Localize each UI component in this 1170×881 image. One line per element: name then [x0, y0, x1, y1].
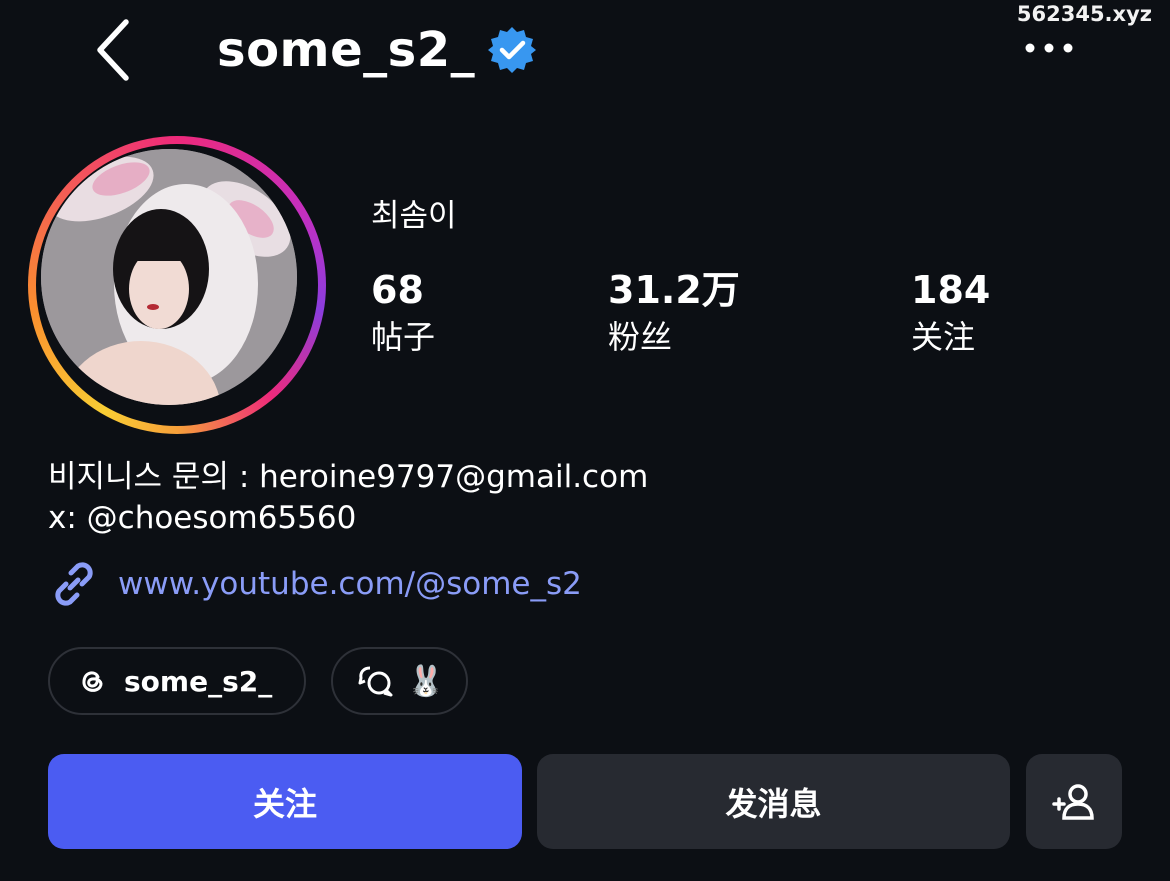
stat-posts-label: 帖子: [371, 318, 436, 356]
story-ring[interactable]: [28, 136, 326, 434]
threads-chip[interactable]: some_s2_: [48, 647, 306, 715]
verified-badge-icon: [488, 27, 537, 73]
threads-icon: [82, 671, 103, 692]
avatar-photo: [41, 149, 297, 405]
more-options-button[interactable]: [1024, 38, 1074, 58]
stat-posts-value: 68: [371, 268, 424, 312]
stat-following-value: 184: [911, 268, 991, 312]
stat-following-label: 关注: [911, 318, 976, 356]
message-button[interactable]: 发消息: [537, 754, 1010, 849]
bio-link[interactable]: www.youtube.com/@some_s2: [48, 558, 582, 610]
stat-followers[interactable]: 31.2万 粉丝: [608, 268, 740, 358]
threads-chip-label: some_s2_: [124, 664, 273, 698]
back-button[interactable]: [88, 16, 138, 84]
add-person-icon: [1052, 783, 1094, 820]
suggest-users-button[interactable]: [1026, 754, 1122, 849]
link-icon: [55, 562, 93, 606]
stat-following[interactable]: 184 关注: [911, 268, 990, 358]
follow-button[interactable]: 关注: [48, 754, 522, 849]
stat-followers-label: 粉丝: [608, 318, 673, 356]
profile-header: some_s2_: [217, 22, 537, 78]
bio-line-business: 비지니스 문의 : heroine9797@gmail.com: [48, 459, 649, 495]
bio-line-x: x: @choesom65560: [48, 500, 357, 536]
chat-bubbles-icon: [358, 666, 393, 697]
chat-chip-label: 🐰: [407, 663, 445, 699]
watermark: 562345.xyz: [1016, 2, 1152, 26]
display-name: 최솜이: [371, 198, 457, 234]
bio-link-text[interactable]: www.youtube.com/@some_s2: [118, 566, 582, 602]
username-title: some_s2_: [217, 22, 476, 78]
chevron-left-icon: [97, 19, 129, 81]
avatar[interactable]: [41, 149, 297, 405]
chat-chip[interactable]: 🐰: [331, 647, 468, 715]
stat-followers-value: 31.2万: [608, 268, 740, 312]
stat-posts[interactable]: 68 帖子: [371, 268, 435, 358]
more-horizontal-icon: [1025, 43, 1073, 53]
